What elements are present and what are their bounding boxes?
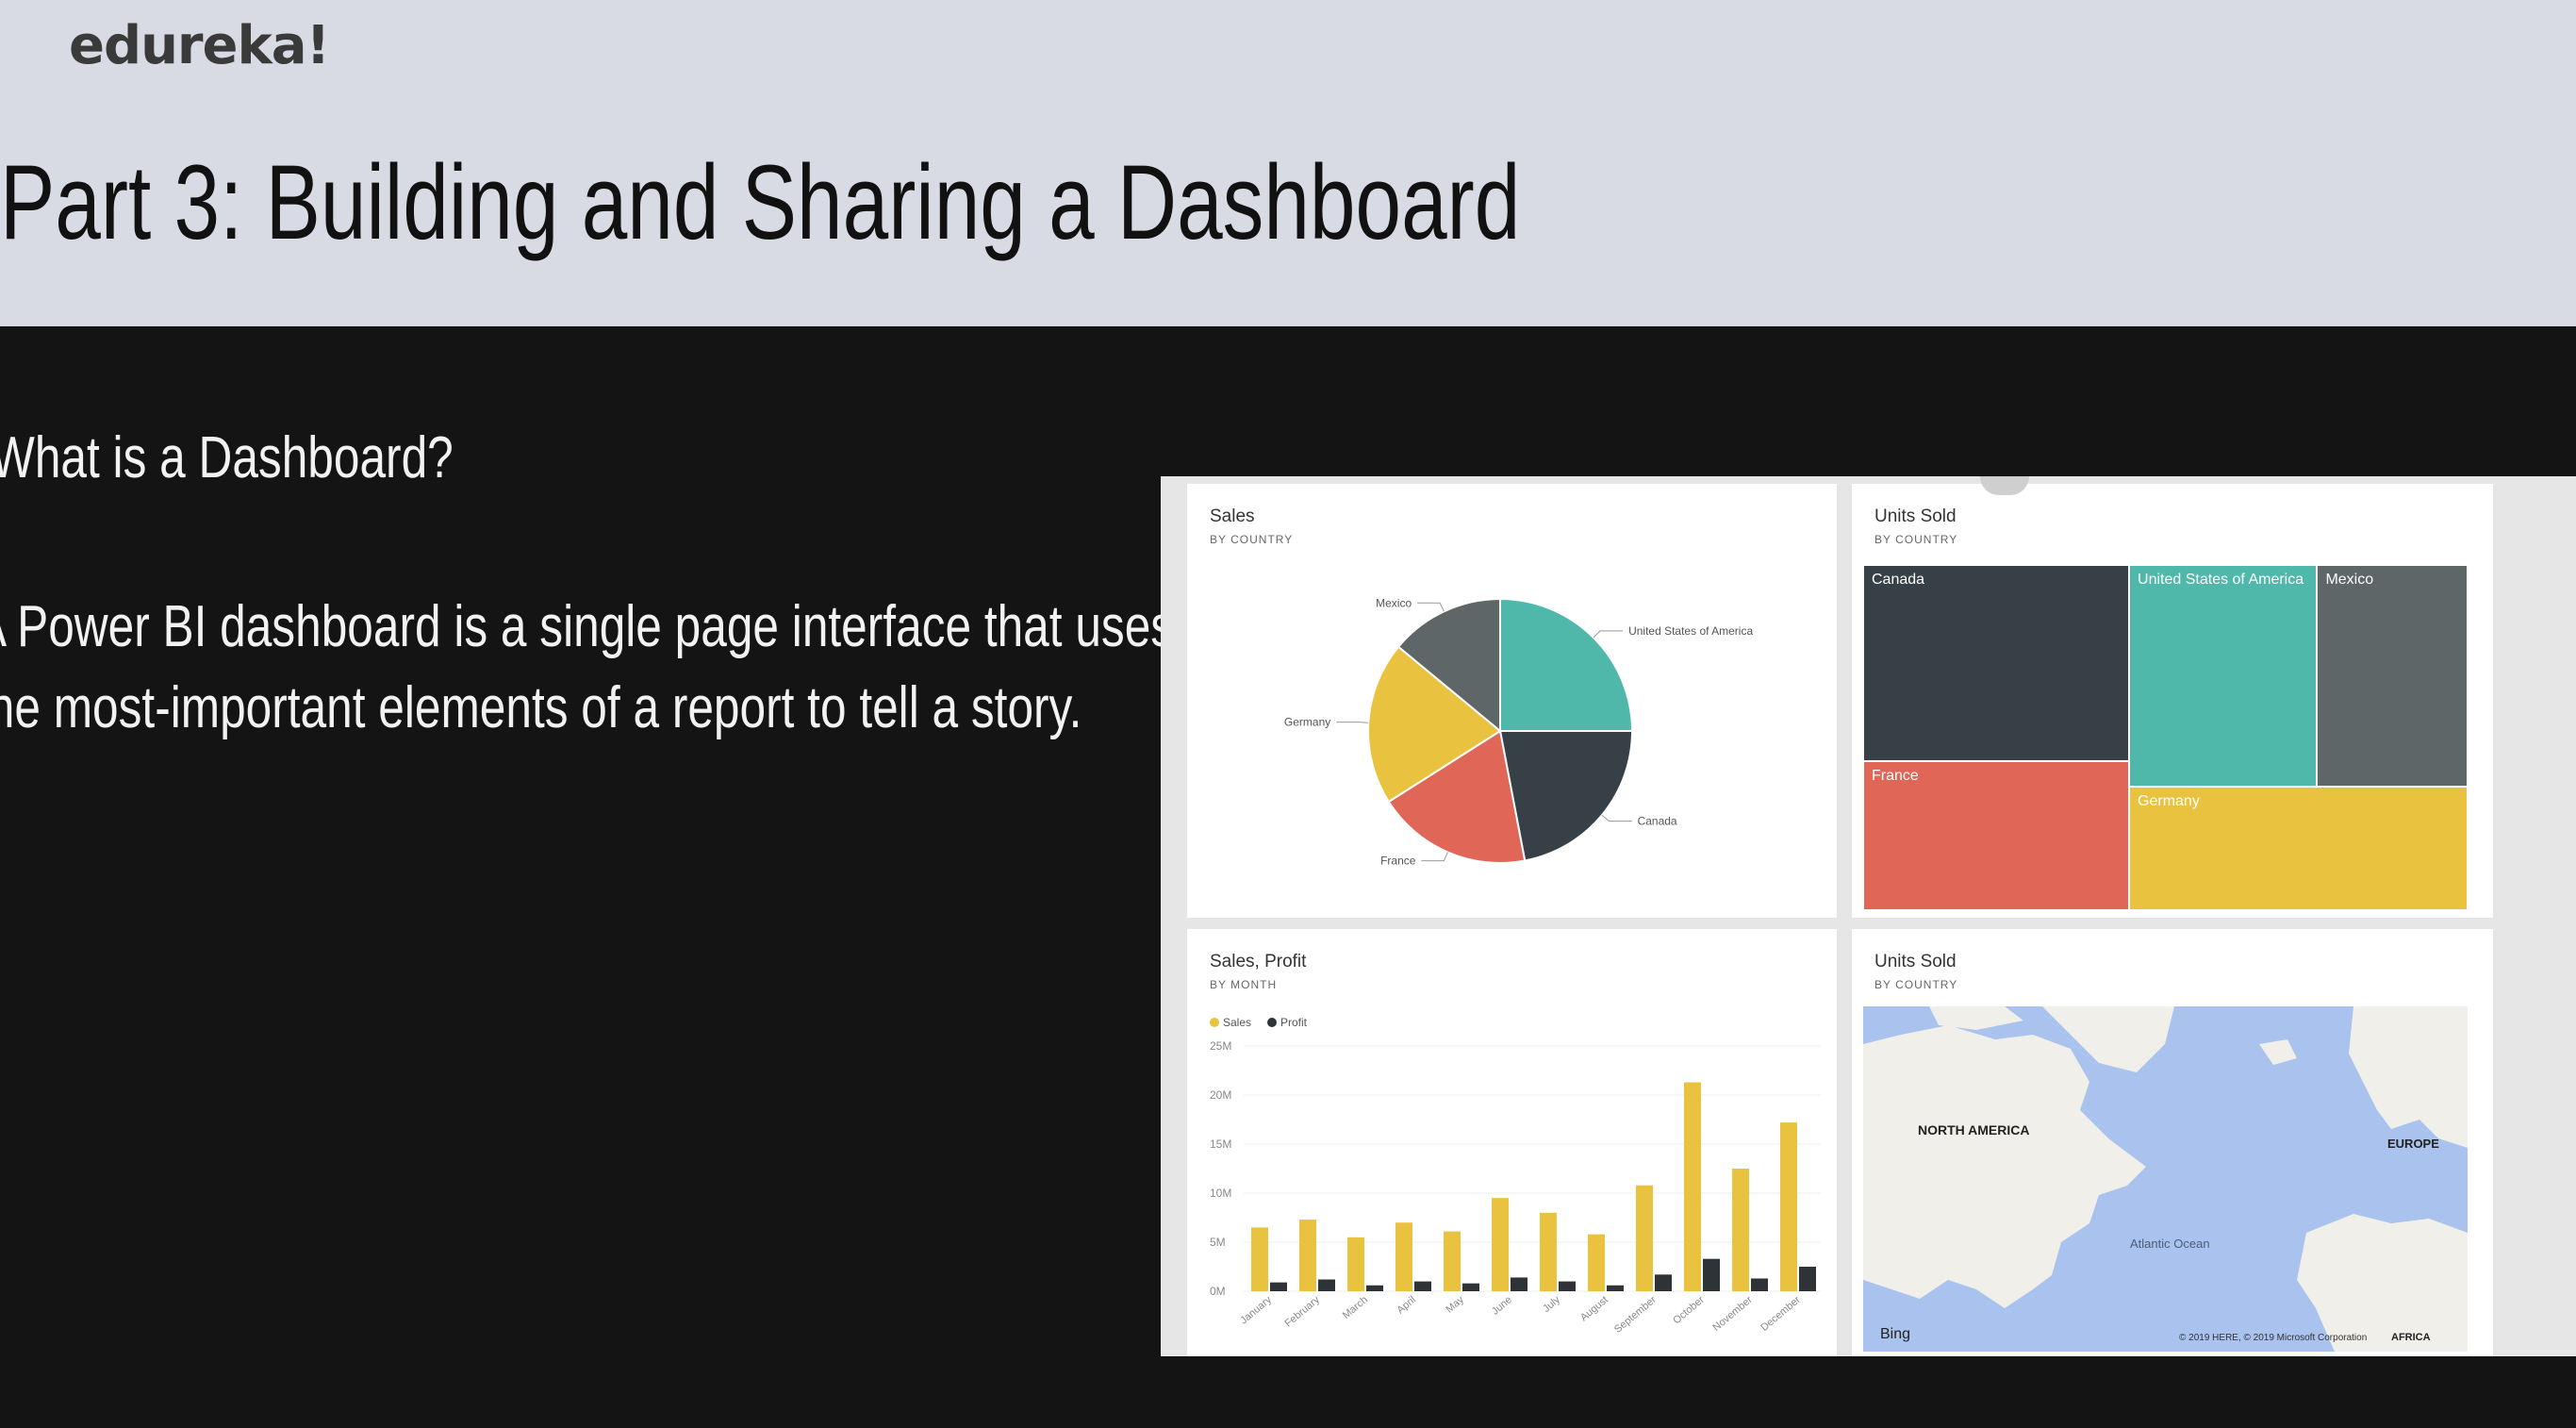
y-tick-label: 20M <box>1210 1088 1231 1102</box>
bar <box>1799 1267 1816 1291</box>
bar <box>1751 1278 1768 1291</box>
body-line-2: the most-important elements of a report … <box>0 675 1082 740</box>
europe-label: EUROPE <box>2387 1137 2439 1151</box>
pie-leader-line <box>1593 630 1624 639</box>
bar <box>1655 1274 1672 1291</box>
dashboard-screenshot: Sales BY COUNTRY United States of Americ… <box>1161 476 2576 1356</box>
bar <box>1684 1082 1701 1291</box>
y-tick-label: 15M <box>1210 1137 1231 1151</box>
pie-leader-line <box>1421 852 1448 862</box>
bar <box>1462 1283 1479 1291</box>
tile-subtitle: BY COUNTRY <box>1874 533 1958 546</box>
bar <box>1347 1237 1364 1291</box>
sales-pie-chart: United States of America Canada France Germ… <box>1284 596 1754 868</box>
pie-leader-line <box>1336 722 1369 723</box>
bar <box>1588 1234 1605 1291</box>
x-tick-label: November <box>1710 1294 1755 1334</box>
units-sold-map-tile[interactable]: Units Sold BY COUNTRY NORTH AMERICA EURO… <box>1852 929 2493 1356</box>
legend-marker <box>1210 1018 1219 1027</box>
treemap-cell[interactable]: United States of America <box>2130 566 2317 787</box>
treemap-cell-label: France <box>1872 767 1919 784</box>
bar <box>1559 1281 1576 1291</box>
treemap-cell[interactable]: Canada <box>1864 566 2129 760</box>
atlantic-ocean-label: Atlantic Ocean <box>2130 1237 2210 1251</box>
y-tick-label: 5M <box>1210 1236 1226 1249</box>
tile-title: Units Sold <box>1874 506 1957 526</box>
x-tick-label: July <box>1541 1294 1562 1315</box>
bar <box>1414 1281 1431 1291</box>
x-tick-label: September <box>1612 1294 1659 1336</box>
bar <box>1318 1279 1335 1291</box>
pie-leader-line <box>1417 602 1445 612</box>
treemap-cell[interactable]: Mexico <box>2318 566 2467 787</box>
x-tick-label: April <box>1395 1294 1418 1316</box>
bar <box>1703 1258 1720 1291</box>
map-copyright: © 2019 HERE, © 2019 Microsoft Corporatio… <box>2179 1333 2367 1343</box>
africa-label: AFRICA <box>2391 1332 2431 1343</box>
edureka-logo: edureka! <box>69 15 330 76</box>
units-sold-treemap-tile[interactable]: Units Sold BY COUNTRY Canada France United… <box>1852 484 2493 918</box>
pie-slice-label: Mexico <box>1376 596 1412 609</box>
header-bar: edureka! Part 3: Building and Sharing a … <box>0 0 2576 326</box>
pie-slice-label: Canada <box>1638 815 1677 828</box>
bar <box>1511 1277 1527 1291</box>
y-tick-label: 10M <box>1210 1187 1231 1200</box>
sales-profit-bar-chart: Sales Profit 0M 5M 10M 15M 20M 25M January Februa… <box>1210 1016 1821 1336</box>
world-map[interactable]: NORTH AMERICA EUROPE Atlantic Ocean AFRI… <box>1863 1006 2468 1352</box>
x-tick-label: December <box>1759 1294 1803 1334</box>
tile-title: Units Sold <box>1874 952 1957 971</box>
sales-by-country-tile[interactable]: Sales BY COUNTRY United States of Americ… <box>1187 484 1837 918</box>
pie-slice-label: France <box>1380 855 1416 868</box>
bar <box>1270 1282 1287 1291</box>
body-line-1: A Power BI dashboard is a single page in… <box>0 594 1175 659</box>
bar <box>1492 1198 1509 1291</box>
body-paragraph: A Power BI dashboard is a single page in… <box>0 587 1174 749</box>
x-tick-label: October <box>1671 1294 1707 1327</box>
pie-slice <box>1499 597 1634 732</box>
legend-marker <box>1267 1018 1277 1027</box>
x-tick-label: June <box>1490 1294 1514 1318</box>
map-graphic: NORTH AMERICA EUROPE Atlantic Ocean AFRI… <box>1863 1006 2468 1352</box>
treemap-cell[interactable]: Germany <box>2130 788 2467 909</box>
bar <box>1366 1285 1383 1291</box>
x-tick-label: August <box>1578 1294 1610 1323</box>
bar <box>1395 1222 1412 1291</box>
treemap-cell-label: Mexico <box>2325 572 2374 588</box>
x-tick-label: March <box>1341 1294 1370 1321</box>
pie-slice-label: Germany <box>1284 716 1330 729</box>
y-tick-label: 25M <box>1210 1039 1231 1053</box>
slide-title: Part 3: Building and Sharing a Dashboard <box>0 143 1521 261</box>
treemap-cell[interactable]: France <box>1864 761 2129 909</box>
legend-label: Sales <box>1223 1016 1251 1029</box>
bar <box>1780 1122 1797 1291</box>
legend-label: Profit <box>1280 1016 1308 1029</box>
x-tick-label: May <box>1444 1294 1466 1316</box>
bar <box>1251 1227 1268 1291</box>
bar <box>1607 1285 1624 1291</box>
sales-profit-tile[interactable]: Sales, Profit BY MONTH Sales Profit 0M 5M 10… <box>1187 929 1837 1356</box>
bar-chart-legend: Sales Profit <box>1210 1016 1308 1029</box>
bing-logo: Bing <box>1880 1326 1910 1342</box>
units-sold-treemap: Canada France United States of America Mexi… <box>1863 565 2468 910</box>
bar <box>1636 1185 1653 1291</box>
pie-slice-label: United States of America <box>1628 624 1753 638</box>
north-america-label: NORTH AMERICA <box>1918 1122 2029 1137</box>
bar <box>1444 1231 1461 1291</box>
section-heading: What is a Dashboard? <box>0 425 454 490</box>
x-tick-label: February <box>1282 1294 1322 1330</box>
bar <box>1540 1212 1557 1291</box>
y-tick-label: 0M <box>1210 1285 1226 1298</box>
x-tick-label: January <box>1238 1294 1274 1327</box>
tile-subtitle: BY COUNTRY <box>1874 978 1958 991</box>
bar <box>1732 1169 1749 1291</box>
bar <box>1299 1220 1316 1291</box>
treemap-cell-label: Germany <box>2138 793 2200 810</box>
treemap-cell-label: United States of America <box>2138 572 2304 588</box>
treemap-cell-label: Canada <box>1872 572 1925 588</box>
pie-leader-line <box>1601 814 1632 822</box>
